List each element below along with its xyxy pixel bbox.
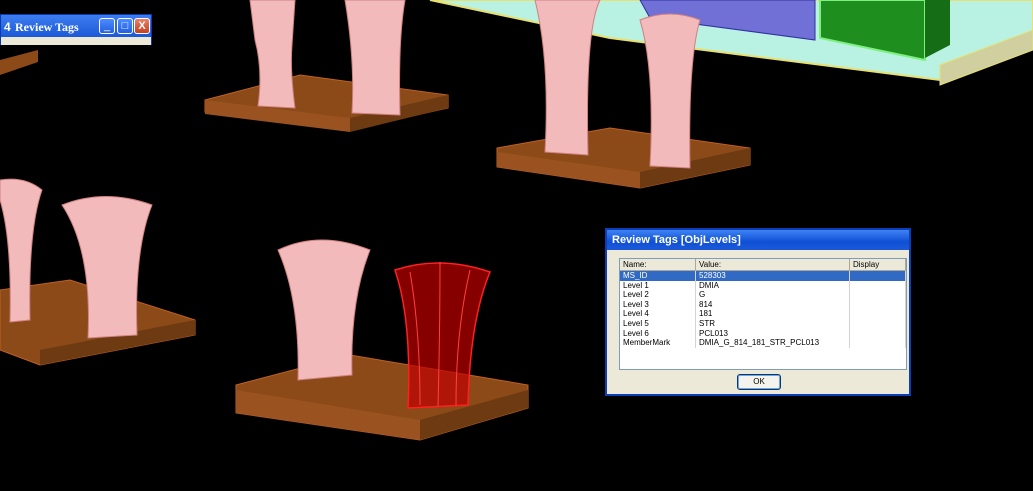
table-row[interactable]: Level 1 DMIA: [620, 280, 906, 291]
column-header-value[interactable]: Value:: [696, 259, 850, 270]
row-name: Level 4: [620, 309, 696, 319]
table-row[interactable]: MemberMark DMIA_G_814_181_STR_PCL013: [620, 338, 906, 348]
row-value: PCL013: [696, 328, 850, 339]
review-tags-dialog: Review Tags [ObjLevels] Name: Value: Dis…: [605, 228, 911, 396]
row-display: [850, 309, 906, 319]
window-title: Review Tags: [15, 20, 79, 34]
row-name: MemberMark: [620, 338, 696, 348]
table-row[interactable]: Level 3 814: [620, 299, 906, 310]
row-display: [850, 280, 906, 291]
app-icon: 4: [4, 20, 11, 34]
row-name: Level 2: [620, 290, 696, 300]
row-value: STR: [696, 318, 850, 329]
row-display: [850, 318, 906, 329]
table-row[interactable]: Level 2 G: [620, 290, 906, 300]
row-name: Level 3: [620, 299, 696, 310]
row-name: Level 1: [620, 280, 696, 291]
tags-list[interactable]: Name: Value: Display MS_ID 528303 Level …: [619, 258, 907, 370]
row-value: G: [696, 290, 850, 300]
row-value: 814: [696, 299, 850, 310]
minimize-button[interactable]: _: [99, 18, 115, 34]
table-row[interactable]: Level 4 181: [620, 309, 906, 319]
review-tags-mini-window[interactable]: 4 Review Tags _ □ X: [0, 14, 152, 39]
table-row[interactable]: Level 5 STR: [620, 318, 906, 329]
row-name: MS_ID: [620, 271, 696, 281]
row-name: Level 5: [620, 318, 696, 329]
row-name: Level 6: [620, 328, 696, 339]
column-header-name[interactable]: Name:: [620, 259, 696, 270]
row-value: DMIA: [696, 280, 850, 291]
row-display: [850, 299, 906, 310]
row-display: [850, 290, 906, 300]
mini-window-body: [0, 37, 152, 45]
column-header-display[interactable]: Display: [850, 259, 906, 270]
dialog-title: Review Tags [ObjLevels]: [607, 230, 909, 250]
row-display: [850, 271, 906, 281]
table-row[interactable]: MS_ID 528303: [620, 271, 906, 281]
row-value: 181: [696, 309, 850, 319]
close-button[interactable]: X: [134, 18, 150, 34]
row-value: DMIA_G_814_181_STR_PCL013: [696, 338, 850, 348]
row-display: [850, 328, 906, 339]
ok-button[interactable]: OK: [737, 374, 781, 390]
row-value: 528303: [696, 271, 850, 281]
row-display: [850, 338, 906, 348]
list-header: Name: Value: Display: [620, 259, 906, 271]
maximize-button[interactable]: □: [117, 18, 133, 34]
table-row[interactable]: Level 6 PCL013: [620, 328, 906, 339]
